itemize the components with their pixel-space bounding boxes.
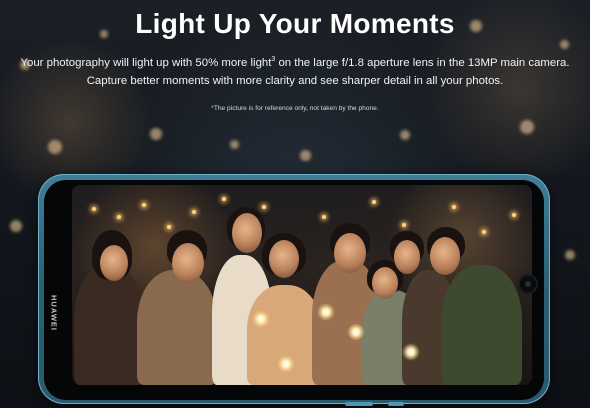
phone-screen-photo xyxy=(72,185,532,385)
promo-banner: Light Up Your Moments Your photography w… xyxy=(0,0,590,408)
side-button xyxy=(345,402,373,406)
person-silhouette xyxy=(442,265,522,385)
disclaimer-note: *The picture is for reference only, not … xyxy=(211,105,379,112)
string-light xyxy=(92,207,96,211)
string-light xyxy=(167,225,171,229)
person-face xyxy=(232,213,262,253)
body-copy-text: Your photography will light up with 50% … xyxy=(20,57,272,69)
string-light xyxy=(482,230,486,234)
person-face xyxy=(100,245,128,281)
sparkler-light xyxy=(317,303,335,321)
body-copy-line-1: Your photography will light up with 50% … xyxy=(0,54,590,72)
bokeh-light xyxy=(150,128,162,140)
string-light xyxy=(452,205,456,209)
brand-logo: HUAWEI xyxy=(49,295,59,331)
bokeh-light xyxy=(520,120,534,134)
person-silhouette xyxy=(74,265,144,385)
bokeh-light xyxy=(400,130,410,140)
bokeh-light xyxy=(560,40,569,49)
person-face xyxy=(372,267,398,299)
bokeh-light xyxy=(48,140,62,154)
person-face xyxy=(430,237,460,275)
front-camera-icon xyxy=(518,274,538,294)
string-light xyxy=(402,223,406,227)
person-silhouette xyxy=(137,270,217,385)
body-copy-line-2: Capture better moments with more clarity… xyxy=(86,75,504,87)
string-light xyxy=(512,213,516,217)
string-light xyxy=(142,203,146,207)
sparkler-light xyxy=(402,343,420,361)
sparkler-light xyxy=(252,310,270,328)
bokeh-light xyxy=(565,250,575,260)
bokeh-light xyxy=(300,150,311,161)
string-light xyxy=(117,215,121,219)
side-button xyxy=(388,402,404,406)
person-face xyxy=(334,233,366,273)
page-title: Light Up Your Moments xyxy=(135,8,455,39)
person-face xyxy=(269,240,299,278)
sparkler-light xyxy=(347,323,365,341)
person-face xyxy=(394,240,420,274)
string-light xyxy=(192,210,196,214)
person-face xyxy=(172,243,204,283)
string-light xyxy=(222,197,226,201)
bokeh-light xyxy=(10,220,22,232)
bokeh-light xyxy=(230,140,239,149)
string-light xyxy=(372,200,376,204)
string-light xyxy=(322,215,326,219)
string-light xyxy=(262,205,266,209)
sparkler-light xyxy=(277,355,295,373)
body-copy-text: on the large f/1.8 aperture lens in the … xyxy=(275,57,570,69)
